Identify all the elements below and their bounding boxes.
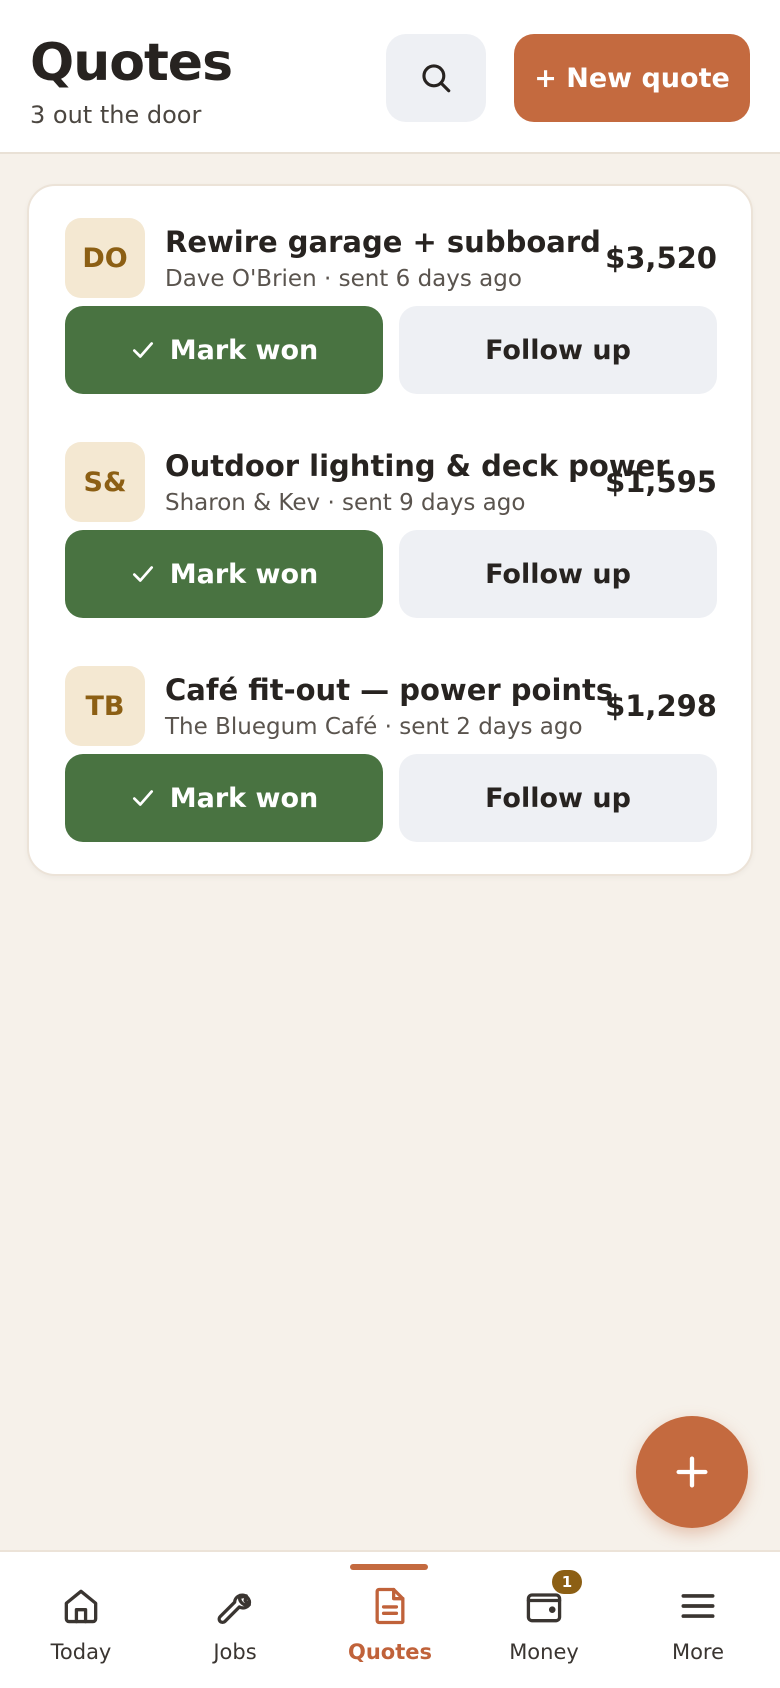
mark-won-label: Mark won bbox=[169, 334, 319, 366]
quote-item: DO Rewire garage + subboard Dave O'Brien… bbox=[65, 186, 717, 394]
avatar: TB bbox=[65, 666, 145, 746]
quote-meta: The Bluegum Café · sent 2 days ago bbox=[165, 714, 583, 740]
check-icon bbox=[132, 566, 153, 582]
follow-up-button[interactable]: Follow up bbox=[399, 306, 717, 394]
page-subtitle: 3 out the door bbox=[30, 101, 202, 129]
app-header: Quotes 3 out the door + New quote bbox=[0, 0, 780, 154]
quote-title[interactable]: Café fit-out — power points bbox=[165, 672, 613, 708]
quote-amount: $1,298 bbox=[605, 689, 717, 723]
menu-icon bbox=[676, 1584, 720, 1628]
mark-won-button[interactable]: Mark won bbox=[65, 530, 383, 618]
bottom-nav: Today Jobs Quotes 1 Money More bbox=[0, 1550, 780, 1688]
document-icon bbox=[368, 1584, 412, 1628]
nav-label-quotes: Quotes bbox=[347, 1640, 432, 1664]
quote-title[interactable]: Outdoor lighting & deck power bbox=[165, 448, 670, 484]
page-title: Quotes bbox=[30, 33, 233, 93]
quote-title[interactable]: Rewire garage + subboard bbox=[165, 224, 601, 260]
wrench-icon bbox=[213, 1584, 257, 1628]
follow-up-button[interactable]: Follow up bbox=[399, 530, 717, 618]
check-icon bbox=[132, 790, 153, 806]
quote-item: TB Café fit-out — power points The Blueg… bbox=[65, 634, 717, 842]
quote-item: S& Outdoor lighting & deck power Sharon … bbox=[65, 410, 717, 618]
mark-won-label: Mark won bbox=[169, 782, 319, 814]
home-icon bbox=[59, 1584, 103, 1628]
nav-label-jobs: Jobs bbox=[213, 1640, 257, 1664]
quote-meta: Sharon & Kev · sent 9 days ago bbox=[165, 490, 526, 516]
quote-list: DO Rewire garage + subboard Dave O'Brien… bbox=[27, 184, 753, 876]
search-button[interactable] bbox=[386, 34, 486, 122]
nav-item-jobs[interactable]: Jobs bbox=[157, 1552, 313, 1688]
search-icon bbox=[422, 64, 451, 93]
quote-meta: Dave O'Brien · sent 6 days ago bbox=[165, 266, 522, 292]
avatar: DO bbox=[65, 218, 145, 298]
avatar: S& bbox=[65, 442, 145, 522]
nav-item-more[interactable]: More bbox=[620, 1552, 776, 1688]
nav-item-money[interactable]: 1 Money bbox=[466, 1552, 622, 1688]
wallet-icon: 1 bbox=[522, 1570, 582, 1628]
add-fab-button[interactable] bbox=[636, 1416, 748, 1528]
plus-icon bbox=[676, 1456, 708, 1488]
nav-label-more: More bbox=[671, 1640, 725, 1664]
mark-won-button[interactable]: Mark won bbox=[65, 754, 383, 842]
nav-label-money: Money bbox=[509, 1640, 579, 1664]
money-badge: 1 bbox=[552, 1570, 582, 1594]
nav-label-today: Today bbox=[50, 1640, 112, 1664]
nav-item-today[interactable]: Today bbox=[3, 1552, 159, 1688]
quote-amount: $3,520 bbox=[605, 241, 717, 275]
mark-won-button[interactable]: Mark won bbox=[65, 306, 383, 394]
new-quote-button[interactable]: + New quote bbox=[514, 34, 750, 122]
active-indicator bbox=[350, 1564, 428, 1570]
follow-up-button[interactable]: Follow up bbox=[399, 754, 717, 842]
quote-amount: $1,595 bbox=[605, 465, 717, 499]
nav-item-quotes[interactable]: Quotes bbox=[312, 1552, 468, 1688]
mark-won-label: Mark won bbox=[169, 558, 319, 590]
check-icon bbox=[132, 342, 153, 358]
